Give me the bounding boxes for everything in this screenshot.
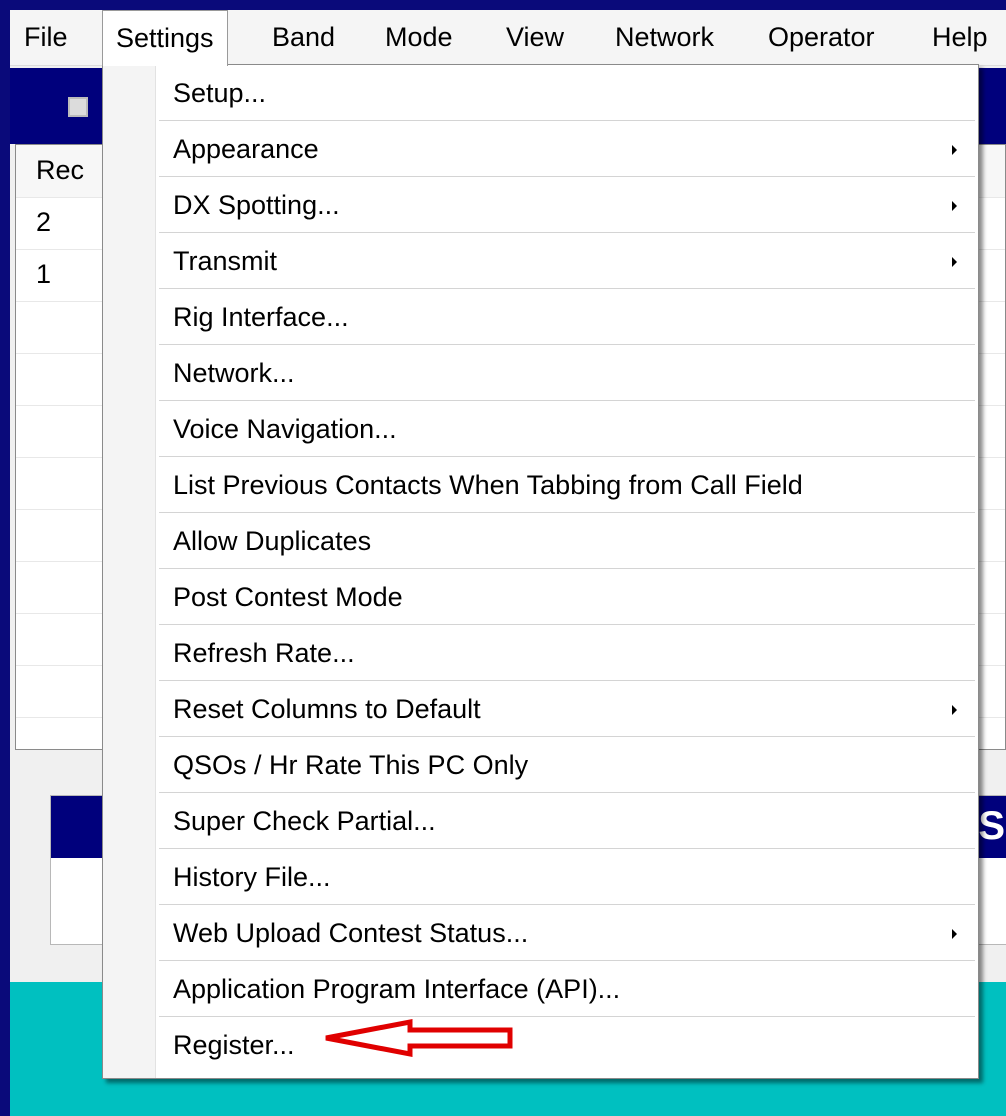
- menu-item-super-check-partial[interactable]: Super Check Partial...: [159, 793, 975, 849]
- menu-item-transmit[interactable]: Transmit: [159, 233, 975, 289]
- menu-icon-gutter: [103, 65, 156, 1078]
- menu-bar: File Settings Band Mode View Network Ope…: [10, 10, 1006, 66]
- submenu-arrow-icon: [952, 145, 957, 155]
- menu-band[interactable]: Band: [272, 10, 335, 65]
- menu-item-web-upload[interactable]: Web Upload Contest Status...: [159, 905, 975, 961]
- table-row[interactable]: 1: [36, 259, 51, 290]
- menu-item-voice-navigation[interactable]: Voice Navigation...: [159, 401, 975, 457]
- submenu-arrow-icon: [952, 201, 957, 211]
- menu-file[interactable]: File: [24, 10, 68, 65]
- menu-help[interactable]: Help: [932, 10, 988, 65]
- menu-item-api[interactable]: Application Program Interface (API)...: [159, 961, 975, 1017]
- menu-item-post-contest-mode[interactable]: Post Contest Mode: [159, 569, 975, 625]
- menu-item-register[interactable]: Register...: [159, 1017, 975, 1073]
- menu-item-rig-interface[interactable]: Rig Interface...: [159, 289, 975, 345]
- menu-settings[interactable]: Settings: [102, 10, 228, 66]
- menu-item-allow-duplicates[interactable]: Allow Duplicates: [159, 513, 975, 569]
- menu-view[interactable]: View: [506, 10, 564, 65]
- status-header-text: S: [978, 804, 1005, 848]
- settings-menu: Setup... Appearance DX Spotting... Trans…: [102, 64, 979, 1079]
- red-arrow-icon: [325, 1018, 513, 1058]
- table-row[interactable]: 2: [36, 207, 51, 238]
- menu-item-reset-columns[interactable]: Reset Columns to Default: [159, 681, 975, 737]
- menu-item-history-file[interactable]: History File...: [159, 849, 975, 905]
- menu-item-refresh-rate[interactable]: Refresh Rate...: [159, 625, 975, 681]
- submenu-arrow-icon: [952, 929, 957, 939]
- menu-item-dx-spotting[interactable]: DX Spotting...: [159, 177, 975, 233]
- menu-operator[interactable]: Operator: [768, 10, 875, 65]
- menu-item-setup[interactable]: Setup...: [159, 65, 975, 121]
- menu-item-appearance[interactable]: Appearance: [159, 121, 975, 177]
- menu-item-list-previous-contacts[interactable]: List Previous Contacts When Tabbing from…: [159, 457, 975, 513]
- menu-network[interactable]: Network: [615, 10, 714, 65]
- log-window-checkbox[interactable]: [68, 97, 88, 117]
- menu-item-network[interactable]: Network...: [159, 345, 975, 401]
- contest-logger-window: File Settings Band Mode View Network Ope…: [10, 10, 1006, 1116]
- menu-mode[interactable]: Mode: [385, 10, 453, 65]
- submenu-arrow-icon: [952, 257, 957, 267]
- menu-item-qso-rate[interactable]: QSOs / Hr Rate This PC Only: [159, 737, 975, 793]
- submenu-arrow-icon: [952, 705, 957, 715]
- column-header-rec[interactable]: Rec: [36, 155, 84, 186]
